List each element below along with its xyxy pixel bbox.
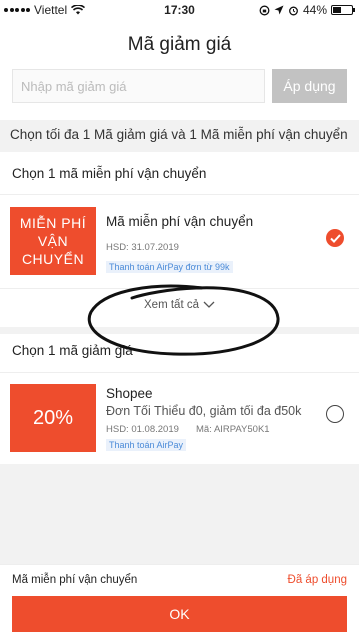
freeship-voucher-name: Mã miễn phí vận chuyển xyxy=(106,214,254,229)
orientation-lock-icon xyxy=(259,5,270,15)
battery-percentage: 44% xyxy=(302,3,327,17)
status-bar-right: 44% xyxy=(259,3,355,17)
applied-voucher-label: Mã miễn phí vận chuyển xyxy=(12,574,138,586)
discount-voucher-description: Đơn Tối Thiểu đ0, giảm tối đa đ50k xyxy=(106,404,302,418)
battery-icon xyxy=(331,5,355,15)
divider xyxy=(0,194,359,195)
freeship-voucher-payment-tag: Thanh toán AirPay đơn từ 99k xyxy=(106,261,233,273)
footer-bar: Mã miễn phí vận chuyển Đã áp dụng OK xyxy=(0,564,359,640)
discount-voucher-badge: 20% xyxy=(6,384,96,452)
discount-voucher-expiry: HSD: 01.08.2019 xyxy=(106,424,179,435)
applied-status: Đã áp dụng xyxy=(287,574,347,586)
freeship-section-title: Chọn 1 mã miễn phí vận chuyển xyxy=(12,166,207,181)
freeship-voucher-expiry: HSD: 31.07.2019 xyxy=(106,242,179,253)
voucher-header: Mã giảm giá Áp dụng xyxy=(0,20,359,120)
page-title: Mã giảm giá xyxy=(127,34,232,55)
discount-badge-percent: 20% xyxy=(32,406,74,429)
freeship-badge-text: MIỄN PHÍ VẬN CHUYỂN xyxy=(19,215,87,267)
apply-button[interactable]: Áp dụng xyxy=(272,69,347,103)
selection-instruction: Chọn tối đa 1 Mã giảm giá và 1 Mã miễn p… xyxy=(0,120,359,152)
voucher-code-input[interactable] xyxy=(12,69,265,103)
location-arrow-icon xyxy=(274,5,284,15)
ok-button[interactable]: OK xyxy=(12,596,347,632)
freeship-voucher-checkbox[interactable] xyxy=(326,229,344,247)
discount-voucher-payment-tag: Thanh toán AirPay xyxy=(106,439,187,451)
discount-voucher-name: Shopee xyxy=(106,386,153,401)
hand-drawn-circle-annotation xyxy=(87,284,280,356)
battery-level xyxy=(333,7,341,13)
status-bar: Viettel 17:30 44% xyxy=(0,0,359,20)
divider xyxy=(0,372,359,373)
discount-voucher-radio[interactable] xyxy=(326,405,344,423)
discount-voucher-code: Mã: AIRPAY50K1 xyxy=(196,424,270,435)
freeship-voucher-badge: MIỄN PHÍ VẬN CHUYỂN xyxy=(6,207,96,275)
alarm-clock-icon xyxy=(289,6,298,15)
checkmark-icon xyxy=(329,233,341,243)
